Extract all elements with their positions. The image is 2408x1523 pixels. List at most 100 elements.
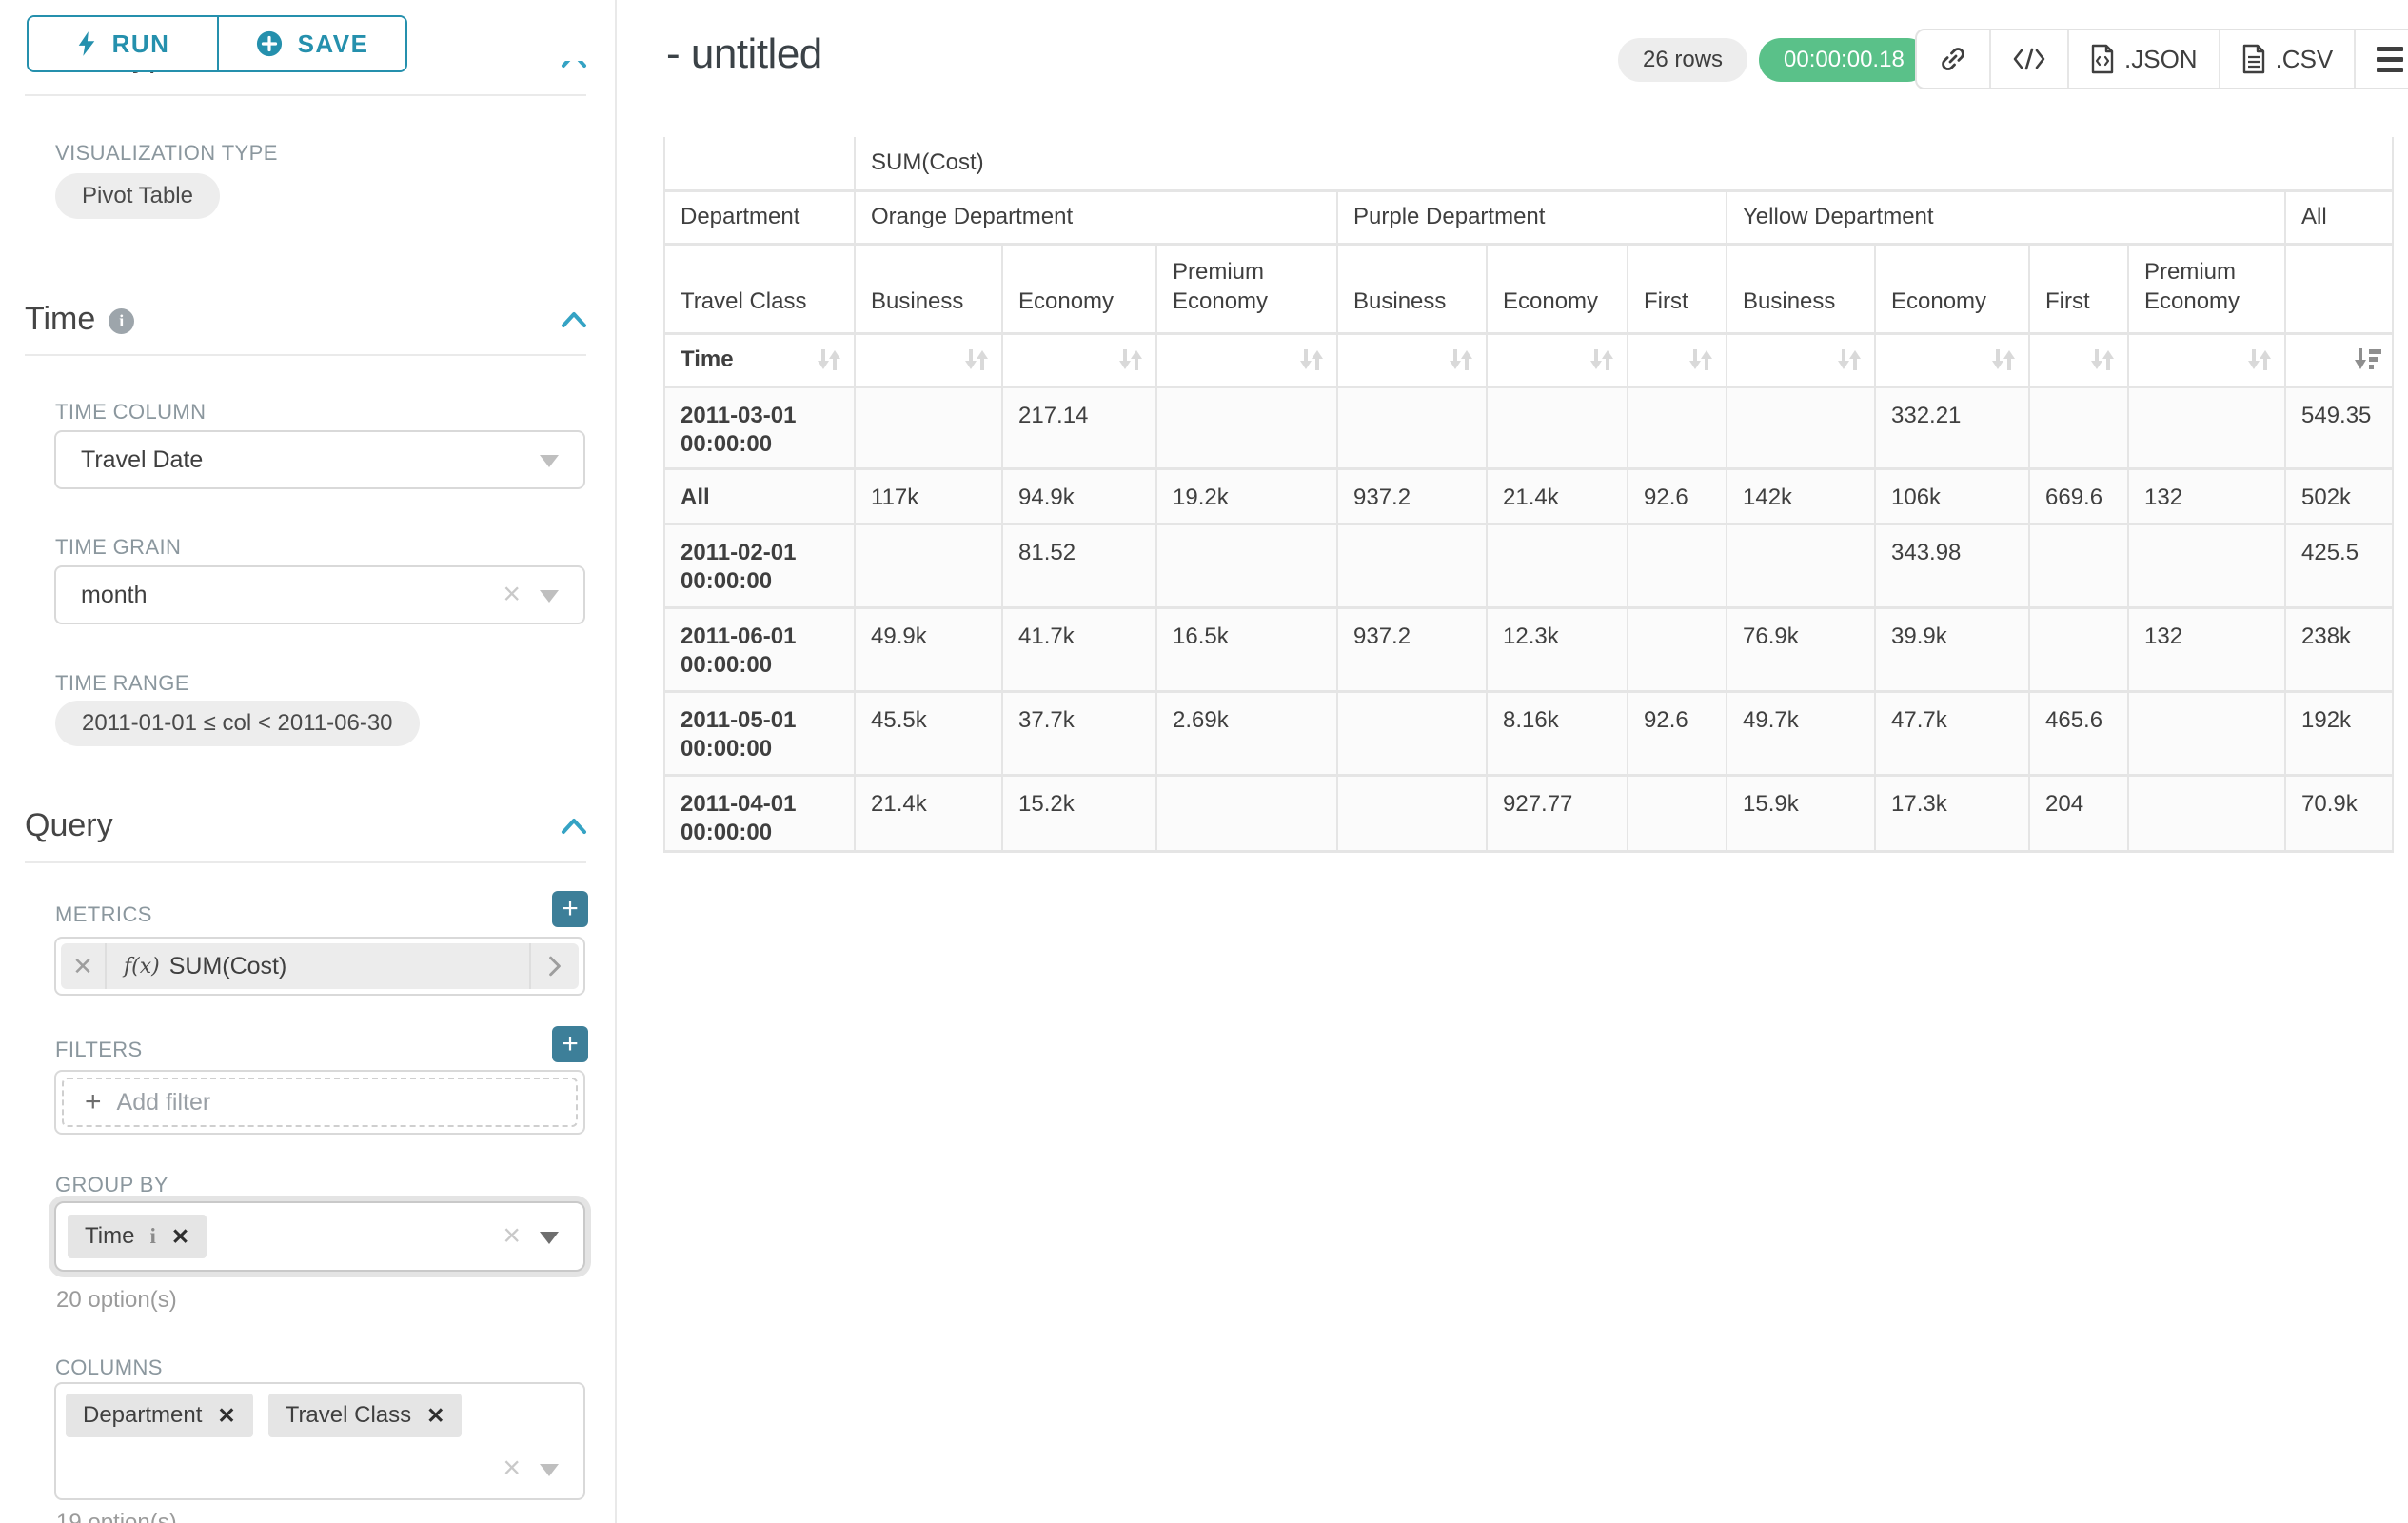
chart-title[interactable]: - untitled [666, 30, 822, 78]
chevron-right-icon[interactable] [529, 943, 579, 989]
run-button[interactable]: RUN [29, 17, 217, 70]
info-icon[interactable]: i [149, 1224, 155, 1249]
value-cell: 937.2 [1337, 607, 1487, 691]
clear-x-icon[interactable]: × [503, 579, 521, 609]
value-cell: 425.5 [2285, 524, 2393, 607]
group-by-select[interactable]: Time i ✕ × [54, 1201, 585, 1272]
sort-icon[interactable] [2087, 345, 2118, 375]
value-cell: 37.7k [1002, 691, 1156, 775]
subheader-cell: Business [855, 244, 1002, 333]
value-cell [1337, 524, 1487, 607]
value-cell: 332.21 [1875, 386, 2029, 468]
sort-icon[interactable] [1834, 345, 1865, 375]
value-cell: 117k [855, 468, 1002, 524]
pivot-table: SUM(Cost) Department Orange Department P… [663, 137, 2394, 853]
value-cell [1487, 524, 1628, 607]
chevron-up-icon[interactable] [560, 816, 588, 837]
subheader-cell [2285, 244, 2393, 333]
caret-down-icon[interactable] [540, 590, 559, 603]
value-cell: 132 [2128, 468, 2285, 524]
sort-icon[interactable] [1446, 345, 1476, 375]
remove-metric-icon[interactable]: ✕ [61, 943, 107, 989]
sort-header-cell[interactable] [1337, 333, 1487, 386]
table-row: 2011-05-01 00:00:00 45.5k 37.7k 2.69k 8.… [664, 691, 2393, 775]
sort-header-cell[interactable] [1156, 333, 1337, 386]
time-column-label: TIME COLUMN [55, 400, 206, 425]
sort-desc-icon[interactable] [2352, 345, 2382, 375]
export-json-button[interactable]: .JSON [2067, 30, 2219, 88]
query-timer-badge: 00:00:00.18 [1759, 38, 1929, 82]
sort-icon[interactable] [814, 345, 844, 375]
chevron-up-icon[interactable] [560, 309, 588, 330]
columns-pill-department[interactable]: Department ✕ [66, 1394, 253, 1437]
time-range-pill[interactable]: 2011-01-01 ≤ col < 2011-06-30 [55, 701, 420, 746]
value-cell [2128, 386, 2285, 468]
group-by-label: GROUP BY [55, 1173, 168, 1197]
info-icon[interactable]: i [109, 308, 134, 334]
value-cell: 81.52 [1002, 524, 1156, 607]
sort-icon[interactable] [961, 345, 992, 375]
remove-tag-icon[interactable]: ✕ [426, 1403, 444, 1429]
group-by-pill-label: Time [85, 1223, 134, 1250]
row-count-badge: 26 rows [1618, 38, 1747, 82]
sort-header-cell[interactable] [2029, 333, 2128, 386]
sort-icon[interactable] [1587, 345, 1617, 375]
sort-header-cell[interactable] [1487, 333, 1628, 386]
export-toolbar: .JSON .CSV [1915, 29, 2408, 89]
sort-header-cell[interactable] [1002, 333, 1156, 386]
caret-down-icon[interactable] [540, 1464, 559, 1476]
value-cell: 16.5k [1156, 607, 1337, 691]
columns-select[interactable]: Department ✕ Travel Class ✕ × [54, 1382, 585, 1500]
sort-icon[interactable] [2244, 345, 2275, 375]
add-filter-plus-button[interactable]: + [552, 1026, 588, 1062]
add-metric-button[interactable]: + [552, 891, 588, 927]
remove-tag-icon[interactable]: ✕ [217, 1403, 235, 1429]
time-section-title: Time [25, 301, 95, 337]
value-cell [1727, 386, 1875, 468]
sort-icon[interactable] [1686, 345, 1716, 375]
sort-icon[interactable] [1296, 345, 1327, 375]
save-button[interactable]: SAVE [217, 17, 405, 70]
export-csv-button[interactable]: .CSV [2219, 30, 2355, 88]
value-cell: 41.7k [1002, 607, 1156, 691]
time-grain-select[interactable]: month × [54, 565, 585, 624]
value-cell [2128, 775, 2285, 851]
value-cell: 2.69k [1156, 691, 1337, 775]
caret-down-icon[interactable] [540, 1232, 559, 1244]
remove-tag-icon[interactable]: ✕ [171, 1224, 189, 1250]
sort-header-cell[interactable] [1727, 333, 1875, 386]
view-query-button[interactable] [1989, 30, 2067, 88]
more-options-button[interactable] [2354, 30, 2408, 88]
clear-x-icon[interactable]: × [503, 1220, 521, 1251]
value-cell: 49.7k [1727, 691, 1875, 775]
share-link-button[interactable] [1917, 30, 1989, 88]
visualization-type-pill[interactable]: Pivot Table [55, 173, 220, 219]
sort-icon[interactable] [1988, 345, 2019, 375]
sort-icon[interactable] [1115, 345, 1146, 375]
value-cell: 502k [2285, 468, 2393, 524]
sort-header-cell[interactable] [855, 333, 1002, 386]
pivot-empty-cell [664, 137, 855, 190]
group-by-pill-time[interactable]: Time i ✕ [68, 1215, 207, 1258]
sort-header-cell[interactable] [1875, 333, 2029, 386]
query-section-heading: Query [25, 807, 113, 844]
time-column-select[interactable]: Travel Date [54, 430, 585, 489]
value-cell: 549.35 [2285, 386, 2393, 468]
column-dimension-cell: Department [664, 190, 855, 244]
filters-label: FILTERS [55, 1038, 143, 1062]
subheader-cell: Business [1337, 244, 1487, 333]
sort-header-cell[interactable] [2128, 333, 2285, 386]
caret-down-icon[interactable] [540, 455, 559, 467]
sort-header-cell[interactable]: Time [664, 333, 855, 386]
bolt-icon [76, 30, 97, 57]
value-cell: 927.77 [1487, 775, 1628, 851]
metric-pill[interactable]: ✕ f(x) SUM(Cost) [61, 943, 579, 989]
time-grain-value: month [81, 582, 147, 609]
add-filter-button[interactable]: + Add filter [62, 1078, 578, 1127]
sort-header-cell[interactable] [1628, 333, 1727, 386]
export-csv-label: .CSV [2276, 45, 2334, 74]
columns-pill-travel-class[interactable]: Travel Class ✕ [268, 1394, 463, 1437]
time-grain-label: TIME GRAIN [55, 535, 181, 560]
clear-x-icon[interactable]: × [503, 1453, 521, 1483]
sort-header-cell-active[interactable] [2285, 333, 2393, 386]
